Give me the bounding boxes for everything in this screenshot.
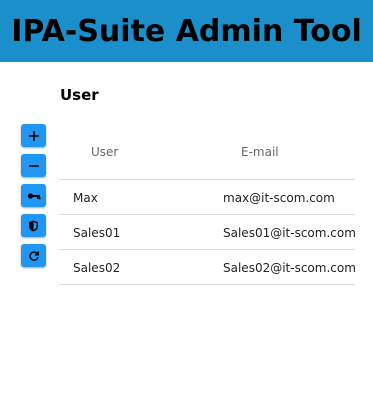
refresh-button[interactable]: [21, 244, 46, 267]
section-title: User: [60, 86, 99, 104]
email-cell: Sales02@it-scom.com: [223, 261, 356, 275]
user-table: User E-mail Max max@it-scom.com Sales01 …: [59, 128, 356, 285]
action-toolbar: [21, 124, 46, 267]
user-cell: Max: [73, 191, 98, 205]
remove-button[interactable]: [21, 154, 46, 177]
user-cell: Sales02: [73, 261, 121, 275]
column-header-email[interactable]: E-mail: [241, 145, 279, 159]
table-row[interactable]: Max max@it-scom.com: [59, 180, 355, 215]
table-header: User E-mail: [59, 128, 355, 180]
key-icon: [27, 192, 40, 199]
table-row[interactable]: Sales01 Sales01@it-scom.com: [59, 215, 356, 250]
refresh-icon: [28, 250, 39, 261]
table-row[interactable]: Sales02 Sales02@it-scom.com: [59, 250, 356, 285]
minus-icon: [28, 164, 39, 167]
add-button[interactable]: [21, 124, 46, 147]
plus-icon: [28, 130, 39, 141]
shield-icon: [29, 220, 38, 231]
user-cell: Sales01: [73, 226, 121, 240]
email-cell: max@it-scom.com: [223, 191, 335, 205]
key-button[interactable]: [21, 184, 46, 207]
email-cell: Sales01@it-scom.com: [223, 226, 356, 240]
app-header: IPA-Suite Admin Tool: [0, 0, 373, 62]
app-title: IPA-Suite Admin Tool: [11, 13, 362, 49]
column-header-user[interactable]: User: [91, 145, 118, 159]
shield-button[interactable]: [21, 214, 46, 237]
